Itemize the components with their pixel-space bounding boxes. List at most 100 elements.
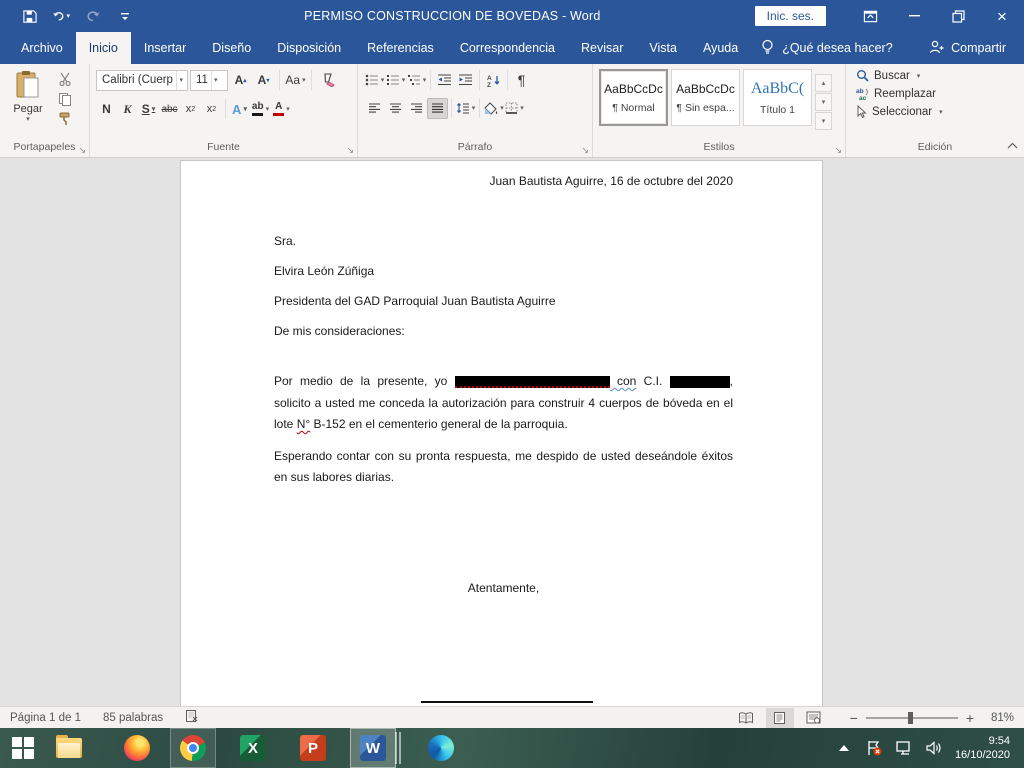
zoom-out-button[interactable]: − <box>850 711 858 725</box>
volume-icon[interactable] <box>925 739 943 757</box>
change-case-button[interactable]: Aa <box>285 70 306 91</box>
tab-vista[interactable]: Vista <box>636 32 690 64</box>
font-name-combo[interactable]: Calibri (Cuerpo▾ <box>96 70 188 91</box>
styles-dialog-launcher-icon[interactable]: ↘ <box>834 146 842 155</box>
align-left-icon[interactable] <box>364 98 385 119</box>
justify-icon[interactable] <box>427 98 448 119</box>
minimize-button[interactable] <box>892 0 936 32</box>
tab-revisar[interactable]: Revisar <box>568 32 636 64</box>
highlight-color-button[interactable]: ab <box>250 99 271 120</box>
tab-insertar[interactable]: Insertar <box>131 32 199 64</box>
align-center-icon[interactable] <box>385 98 406 119</box>
action-center-flag-icon[interactable] <box>865 739 883 757</box>
tab-disposicion[interactable]: Disposición <box>264 32 354 64</box>
font-size-combo[interactable]: 11▾ <box>190 70 228 91</box>
line-spacing-button[interactable] <box>455 98 476 119</box>
tab-diseno[interactable]: Diseño <box>199 32 264 64</box>
network-icon[interactable] <box>895 739 913 757</box>
taskbar-chrome[interactable] <box>170 728 216 768</box>
undo-icon[interactable]: ▾ <box>52 7 70 25</box>
page-count-status[interactable]: Página 1 de 1 <box>10 712 81 724</box>
styles-scroll-down-icon[interactable]: ▾ <box>815 93 832 111</box>
read-mode-icon[interactable] <box>732 708 760 728</box>
paste-dropdown-icon[interactable]: ▾ <box>26 115 30 123</box>
print-layout-icon[interactable] <box>766 708 794 728</box>
group-editing: Buscar abac Reemplazar Seleccionar Edici… <box>846 64 1024 157</box>
show-hidden-icons-chevron[interactable] <box>835 739 853 757</box>
shading-button[interactable] <box>483 98 504 119</box>
share-button[interactable]: Compartir <box>929 32 1024 64</box>
bullets-button[interactable] <box>364 70 385 91</box>
zoom-slider[interactable] <box>866 717 958 719</box>
tell-me-box[interactable]: ¿Qué desea hacer? <box>751 32 903 64</box>
style-titulo-1[interactable]: AaBbC( Título 1 <box>743 69 812 126</box>
collapse-ribbon-icon[interactable] <box>1007 136 1018 154</box>
style-sin-espaciado[interactable]: AaBbCcDc ¶ Sin espa... <box>671 69 740 126</box>
numbering-button[interactable] <box>385 70 406 91</box>
style-normal[interactable]: AaBbCcDc ¶ Normal <box>599 69 668 126</box>
show-marks-button[interactable]: ¶ <box>511 70 532 91</box>
select-button[interactable]: Seleccionar <box>852 104 1018 119</box>
decrease-indent-icon[interactable] <box>434 70 455 91</box>
save-icon[interactable] <box>20 7 38 25</box>
multilevel-list-button[interactable] <box>406 70 427 91</box>
paragraph-dialog-launcher-icon[interactable]: ↘ <box>581 146 589 155</box>
borders-button[interactable] <box>504 98 525 119</box>
tab-correspondencia[interactable]: Correspondencia <box>447 32 568 64</box>
word-count-status[interactable]: 85 palabras <box>103 712 163 724</box>
format-painter-icon[interactable] <box>54 110 76 128</box>
bold-button[interactable]: N <box>96 99 117 120</box>
proofing-errors-icon[interactable] <box>185 709 199 726</box>
taskbar-powerpoint[interactable]: P <box>290 728 336 768</box>
letter-greeting: De mis consideraciones: <box>274 325 733 338</box>
taskbar-word[interactable]: W <box>350 728 396 768</box>
tab-referencias[interactable]: Referencias <box>354 32 447 64</box>
restore-button[interactable] <box>936 0 980 32</box>
styles-gallery-more-icon[interactable]: ▾ <box>815 112 832 130</box>
copy-icon[interactable] <box>54 90 76 108</box>
powerpoint-icon: P <box>300 735 326 761</box>
ribbon-display-options-icon[interactable] <box>848 0 892 32</box>
close-button[interactable]: × <box>980 0 1024 32</box>
font-name-dropdown-icon[interactable]: ▾ <box>176 71 185 90</box>
font-size-dropdown-icon[interactable]: ▾ <box>211 71 220 90</box>
clear-formatting-icon[interactable] <box>317 70 338 91</box>
sign-in-button[interactable]: Inic. ses. <box>755 6 826 26</box>
document-page[interactable]: Juan Bautista Aguirre, 16 de octubre del… <box>180 160 823 706</box>
start-button[interactable] <box>0 728 46 768</box>
find-button[interactable]: Buscar <box>852 68 1018 83</box>
taskbar-edge[interactable] <box>418 728 464 768</box>
tab-inicio[interactable]: Inicio <box>76 32 131 64</box>
subscript-button[interactable]: x2 <box>180 99 201 120</box>
superscript-button[interactable]: x2 <box>201 99 222 120</box>
zoom-in-button[interactable]: + <box>966 711 974 725</box>
paste-button[interactable]: Pegar ▾ <box>6 68 50 140</box>
increase-indent-icon[interactable] <box>455 70 476 91</box>
text-effects-button[interactable]: A <box>229 99 250 120</box>
font-name-value: Calibri (Cuerpo <box>102 74 173 86</box>
clipboard-dialog-launcher-icon[interactable]: ↘ <box>78 146 86 155</box>
customize-qat-icon[interactable] <box>116 7 134 25</box>
tab-ayuda[interactable]: Ayuda <box>690 32 751 64</box>
strikethrough-button[interactable]: abc <box>159 99 180 120</box>
cut-icon[interactable] <box>54 70 76 88</box>
zoom-percentage[interactable]: 81% <box>982 712 1014 724</box>
styles-scroll-up-icon[interactable]: ▴ <box>815 74 832 92</box>
font-color-button[interactable]: A <box>271 99 292 120</box>
undo-dropdown-icon[interactable]: ▾ <box>66 12 70 20</box>
web-layout-icon[interactable] <box>800 708 828 728</box>
sort-button[interactable]: AZ <box>483 70 504 91</box>
underline-button[interactable]: S <box>138 99 159 120</box>
italic-button[interactable]: K <box>117 99 138 120</box>
taskbar-clock[interactable]: 9:54 16/10/2020 <box>955 734 1010 762</box>
shrink-font-button[interactable]: A▾ <box>253 70 274 91</box>
font-dialog-launcher-icon[interactable]: ↘ <box>346 146 354 155</box>
grow-font-button[interactable]: A▴ <box>230 70 251 91</box>
taskbar-firefox[interactable] <box>114 728 160 768</box>
taskbar-excel[interactable]: X <box>230 728 276 768</box>
taskbar-file-explorer[interactable] <box>46 728 92 768</box>
tab-archivo[interactable]: Archivo <box>8 32 76 64</box>
zoom-slider-thumb[interactable] <box>908 712 913 724</box>
align-right-icon[interactable] <box>406 98 427 119</box>
replace-button[interactable]: abac Reemplazar <box>852 86 1018 101</box>
